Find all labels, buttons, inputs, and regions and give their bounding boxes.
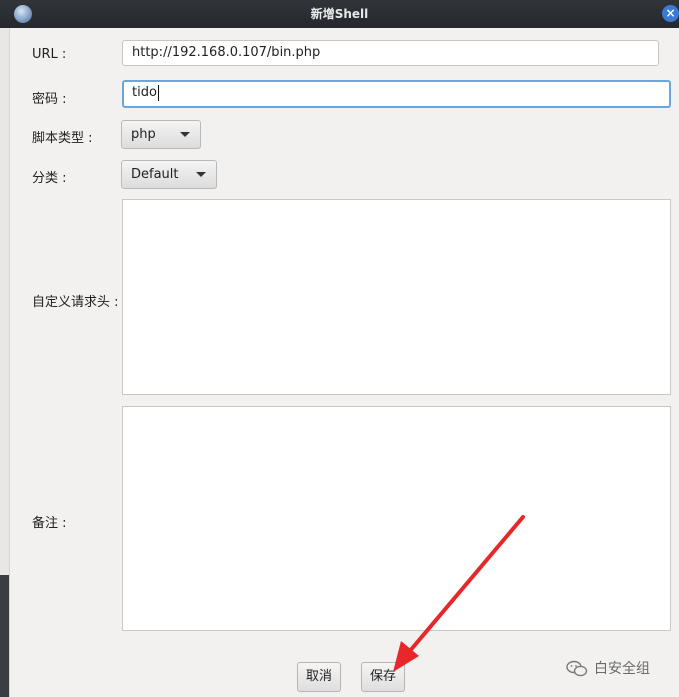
window-title: 新增Shell xyxy=(310,7,369,21)
background-window-edge xyxy=(0,28,10,697)
wechat-icon xyxy=(566,660,588,677)
url-input[interactable]: http://192.168.0.107/bin.php xyxy=(122,40,659,66)
notes-textarea[interactable] xyxy=(122,406,671,631)
password-value: tido xyxy=(132,85,157,100)
chevron-down-icon xyxy=(180,132,190,137)
close-icon[interactable]: × xyxy=(662,5,679,22)
notes-label: 备注 : xyxy=(32,516,67,531)
save-button[interactable]: 保存 xyxy=(361,662,405,692)
category-label: 分类 : xyxy=(32,171,67,186)
password-label: 密码 : xyxy=(32,92,67,107)
password-input[interactable]: tido xyxy=(122,80,671,108)
category-select[interactable]: Default xyxy=(121,160,217,189)
custom-headers-label: 自定义请求头 : xyxy=(32,295,119,310)
new-shell-dialog: 新增Shell × URL : http://192.168.0.107/bin… xyxy=(0,0,679,697)
chevron-down-icon xyxy=(196,172,206,177)
script-type-select[interactable]: php xyxy=(121,120,201,149)
script-type-label: 脚本类型 : xyxy=(32,131,93,146)
title-bar[interactable]: 新增Shell × xyxy=(0,0,679,28)
cancel-button[interactable]: 取消 xyxy=(297,662,341,692)
script-type-value: php xyxy=(131,127,156,142)
background-window-dark-area xyxy=(0,575,9,697)
url-label: URL : xyxy=(32,47,67,62)
watermark-text: 白安全组 xyxy=(594,661,650,677)
text-caret xyxy=(157,84,159,101)
custom-headers-textarea[interactable] xyxy=(122,199,671,395)
category-value: Default xyxy=(131,167,179,182)
